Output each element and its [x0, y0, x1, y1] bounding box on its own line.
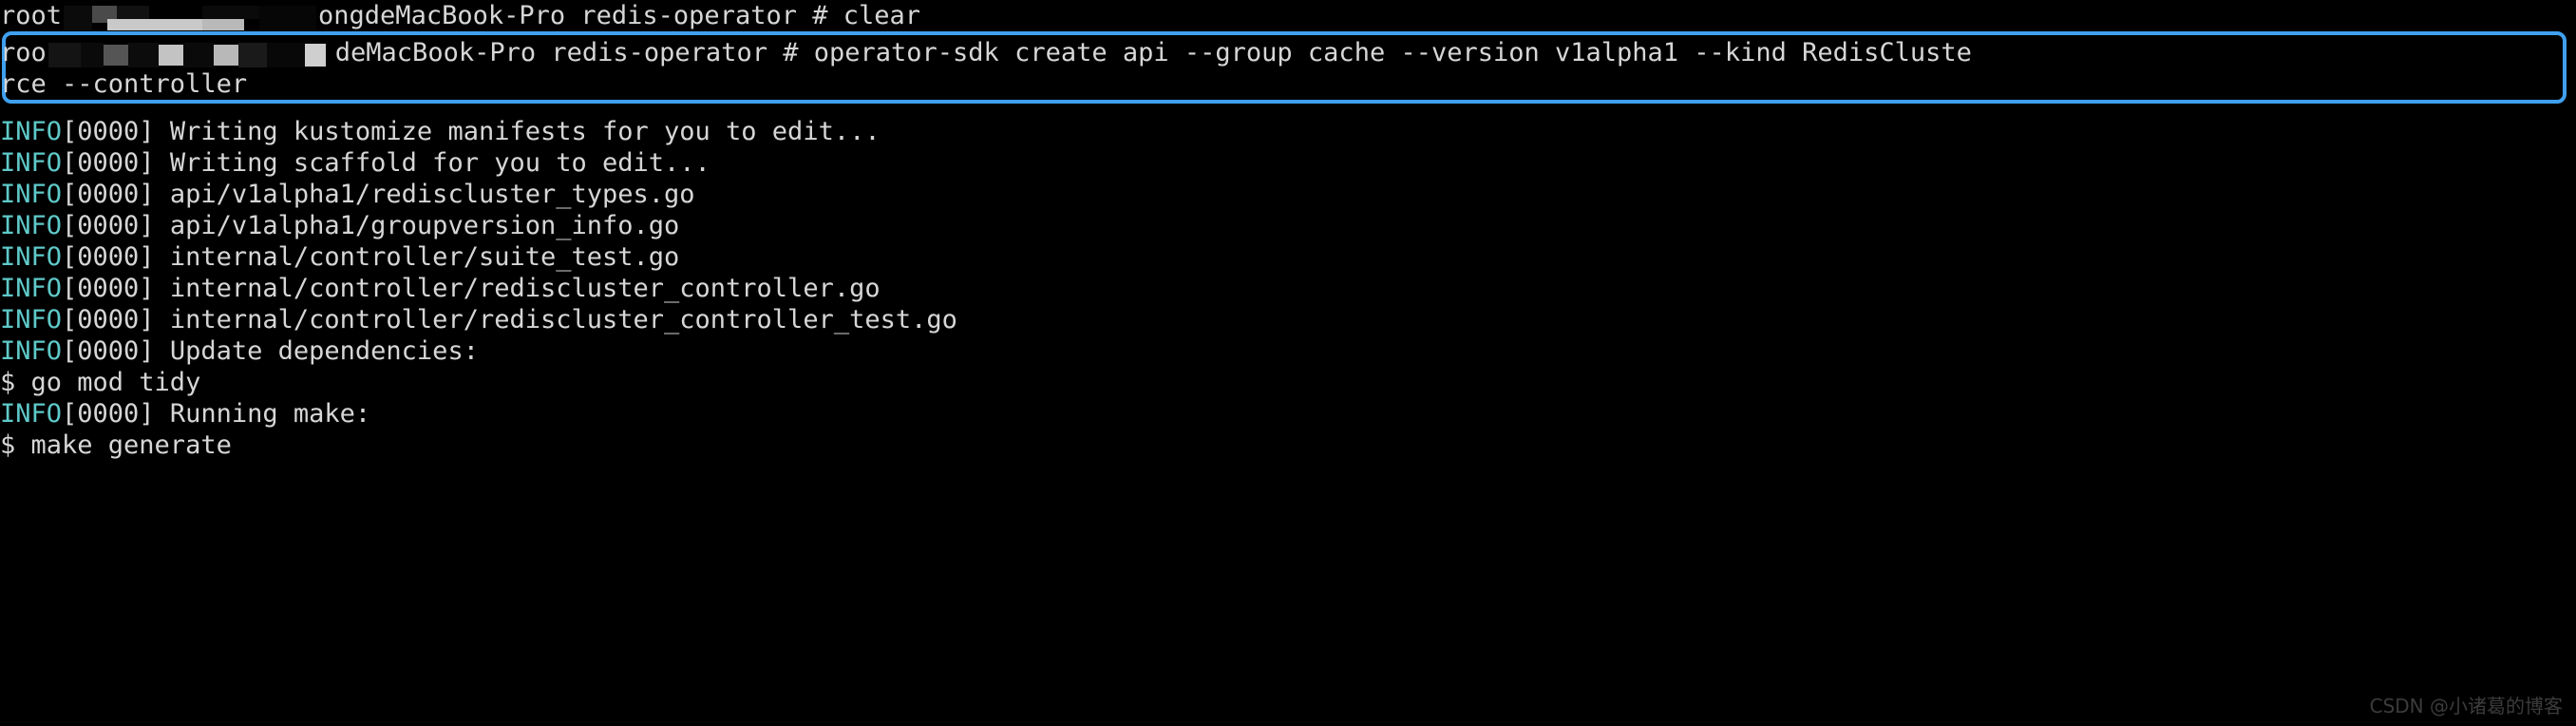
info-gap: [155, 117, 170, 146]
info-timestamp: [0000]: [62, 211, 155, 240]
prompt-2-user: roo: [0, 38, 47, 67]
info-tag: INFO: [0, 117, 63, 146]
prompt-1-symbol: #: [812, 1, 828, 30]
terminal-line-prompt-1: root ongdeMacBook-Pro redis-operator # cl…: [0, 0, 2576, 31]
info-message: Running make:: [169, 399, 371, 429]
prompt-1-space-a: [565, 1, 580, 30]
info-tag: INFO: [0, 211, 63, 240]
terminal-output-line: INFO[0000] Writing kustomize manifests f…: [0, 116, 2576, 147]
info-tag: INFO: [0, 148, 63, 178]
prompt-1-user: root: [0, 1, 63, 30]
terminal-line-prompt-2-wrap: rce --controller: [0, 68, 2576, 100]
info-tag: INFO: [0, 274, 63, 303]
info-tag: INFO: [0, 305, 63, 334]
info-timestamp: [0000]: [62, 399, 155, 429]
info-gap: [155, 305, 170, 334]
info-gap: [155, 148, 170, 178]
info-timestamp: [0000]: [62, 305, 155, 334]
operator-sdk-command-part-2: rce --controller: [0, 69, 248, 99]
info-tag: INFO: [0, 242, 63, 272]
terminal-output-line: INFO[0000] internal/controller/suite_tes…: [0, 241, 2576, 273]
info-timestamp: [0000]: [62, 180, 155, 209]
info-timestamp: [0000]: [62, 148, 155, 178]
shell-subcommand: $ make generate: [0, 430, 232, 460]
csdn-watermark: CSDN @小诸葛的博客: [2369, 695, 2563, 717]
info-gap: [155, 399, 170, 429]
info-gap: [155, 180, 170, 209]
terminal-output-line: INFO[0000] api/v1alpha1/rediscluster_typ…: [0, 179, 2576, 210]
info-tag: INFO: [0, 180, 63, 209]
shell-subcommand: $ go mod tidy: [0, 368, 201, 397]
terminal-output-line: $ go mod tidy: [0, 367, 2576, 398]
terminal-output-line: INFO[0000] Writing scaffold for you to e…: [0, 147, 2576, 179]
terminal-window[interactable]: root ongdeMacBook-Pro redis-operator # cl…: [0, 0, 2576, 726]
info-message: api/v1alpha1/rediscluster_types.go: [169, 180, 695, 209]
info-timestamp: [0000]: [62, 242, 155, 272]
info-timestamp: [0000]: [62, 336, 155, 366]
terminal-output-line: INFO[0000] api/v1alpha1/groupversion_inf…: [0, 210, 2576, 241]
redacted-hostname-block-1: [64, 5, 317, 30]
info-message: api/v1alpha1/groupversion_info.go: [169, 211, 680, 240]
prompt-1-host: ongdeMacBook-Pro: [318, 1, 566, 30]
prompt-2-host: deMacBook-Pro: [334, 38, 537, 67]
prompt-2-symbol: #: [783, 38, 799, 67]
prompt-1-space-c: [828, 1, 843, 30]
info-message: internal/controller/suite_test.go: [169, 242, 680, 272]
terminal-output-line: $ make generate: [0, 430, 2576, 461]
info-gap: [155, 242, 170, 272]
prompt-2-cwd: redis-operator: [551, 38, 767, 67]
info-gap: [155, 211, 170, 240]
info-gap: [155, 274, 170, 303]
terminal-output-line: INFO[0000] internal/controller/redisclus…: [0, 273, 2576, 304]
prompt-2-space-a: [536, 38, 551, 67]
prompt-1-space-b: [797, 1, 812, 30]
redacted-hostname-block-2: [47, 42, 333, 67]
info-timestamp: [0000]: [62, 117, 155, 146]
info-tag: INFO: [0, 399, 63, 429]
terminal-output-line: INFO[0000] Running make:: [0, 398, 2576, 430]
info-message: internal/controller/rediscluster_control…: [169, 274, 881, 303]
prompt-1-cwd: redis-operator: [580, 1, 797, 30]
info-timestamp: [0000]: [62, 274, 155, 303]
prompt-2-space-c: [798, 38, 813, 67]
info-message: Writing scaffold for you to edit...: [169, 148, 710, 178]
terminal-output-line: INFO[0000] Update dependencies:: [0, 335, 2576, 367]
terminal-output-line: INFO[0000] internal/controller/redisclus…: [0, 304, 2576, 335]
prompt-1-command: clear: [843, 1, 921, 30]
info-message: internal/controller/rediscluster_control…: [169, 305, 957, 334]
info-message: Writing kustomize manifests for you to e…: [169, 117, 881, 146]
terminal-line-prompt-2: roo deMacBook-Pro redis-operator # operat…: [0, 37, 2576, 68]
info-tag: INFO: [0, 336, 63, 366]
operator-sdk-command-part-1: operator-sdk create api --group cache --…: [813, 38, 1972, 67]
prompt-2-space-b: [767, 38, 783, 67]
info-gap: [155, 336, 170, 366]
info-message: Update dependencies:: [169, 336, 479, 366]
